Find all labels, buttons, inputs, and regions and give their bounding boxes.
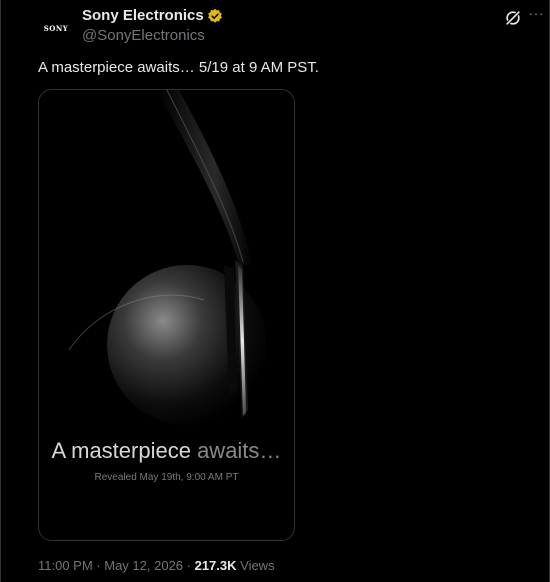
tweet-card: SONY Sony Electronics @SonyElectronics ·… [0,0,550,582]
meta-separator: · [92,558,105,573]
avatar[interactable]: SONY [36,8,76,48]
tweet-date[interactable]: May 12, 2026 [104,558,183,573]
author-display-name[interactable]: Sony Electronics [82,7,204,24]
grok-icon[interactable] [503,8,523,28]
tweet-media-image[interactable]: A masterpiece awaits… Revealed May 19th,… [38,89,295,541]
left-border [0,0,1,582]
media-headline-fade: awaits… [190,438,282,463]
avatar-logo-text: SONY [43,23,69,33]
media-headline: A masterpiece awaits… [39,438,294,464]
author-handle[interactable]: @SonyElectronics [82,27,205,44]
author-name-row: Sony Electronics [82,7,223,24]
views-label: Views [236,558,275,573]
meta-separator: · [183,558,195,573]
tweet-time[interactable]: 11:00 PM [38,558,93,573]
tweet-meta: 11:00 PM · May 12, 2026 · 217.3K Views [38,558,275,573]
media-headline-main: A masterpiece [51,438,191,463]
verified-badge-icon[interactable] [207,8,223,24]
media-subline: Revealed May 19th, 9:00 AM PT [94,472,239,483]
more-options-icon[interactable]: ··· [527,6,545,26]
views-count: 217.3K [194,558,237,573]
tweet-text: A masterpiece awaits… 5/19 at 9 AM PST. [38,59,319,76]
